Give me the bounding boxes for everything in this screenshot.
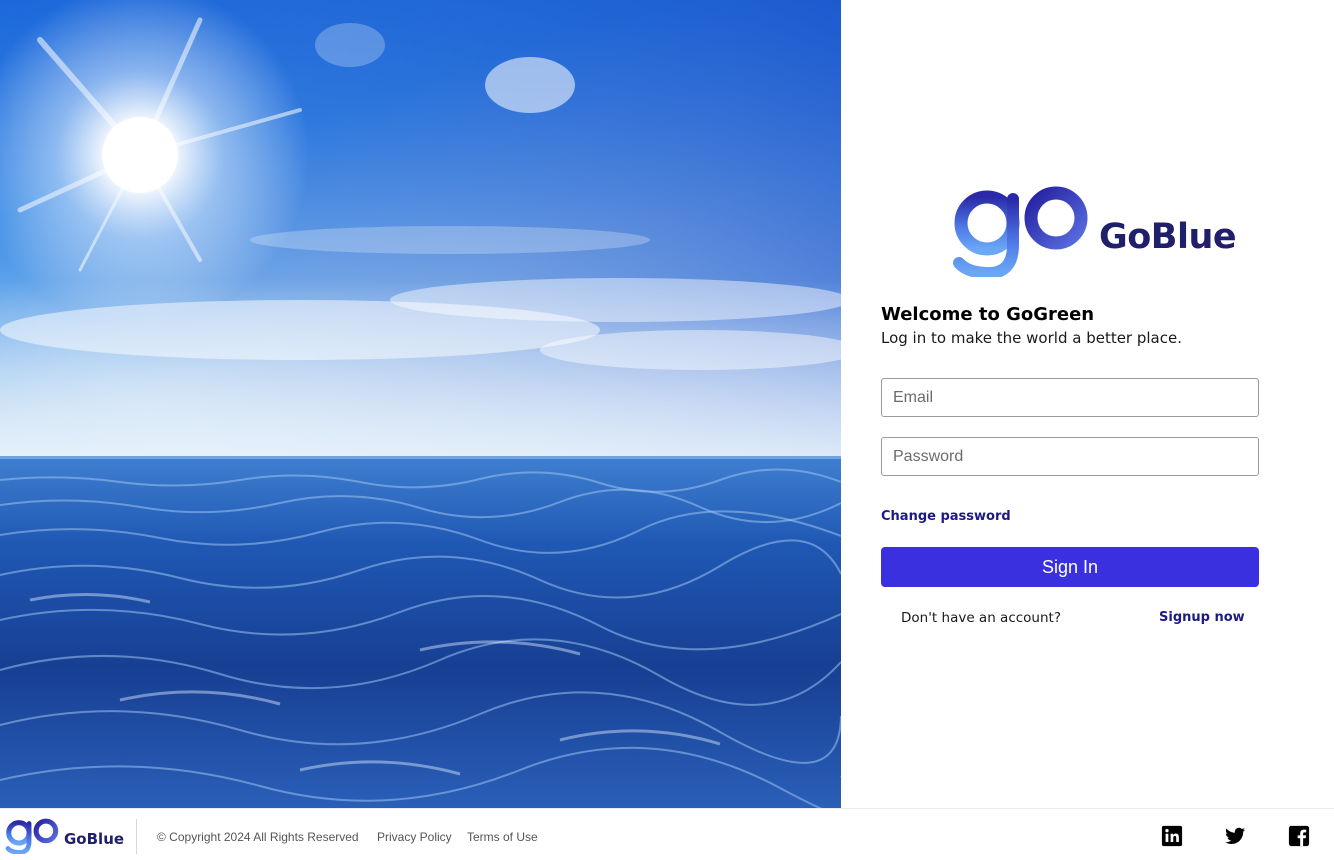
footer-brand-name: GoBlue bbox=[64, 830, 125, 848]
login-panel: GoBlue Welcome to GoGreen Log in to make… bbox=[841, 0, 1334, 808]
linkedin-icon[interactable] bbox=[1161, 825, 1183, 847]
copyright-text: © Copyright 2024 All Rights Reserved bbox=[157, 830, 359, 844]
footer-divider bbox=[136, 819, 137, 854]
password-input[interactable] bbox=[881, 437, 1259, 476]
brand-name: GoBlue bbox=[1099, 217, 1237, 257]
go-logo-icon bbox=[953, 186, 1088, 277]
terms-of-use-link[interactable]: Terms of Use bbox=[467, 830, 538, 844]
welcome-title: Welcome to GoGreen bbox=[881, 304, 1095, 325]
hero-image bbox=[0, 0, 841, 808]
sky-ocean-illustration bbox=[0, 0, 841, 808]
footer-logo: GoBlue bbox=[5, 818, 124, 854]
footer: GoBlue © Copyright 2024 All Rights Reser… bbox=[0, 808, 1334, 860]
brand-logo: GoBlue bbox=[953, 182, 1243, 277]
footer-go-logo-icon bbox=[5, 818, 59, 854]
facebook-icon[interactable] bbox=[1288, 825, 1310, 847]
privacy-policy-link[interactable]: Privacy Policy bbox=[377, 830, 452, 844]
no-account-text: Don't have an account? bbox=[901, 610, 1061, 626]
change-password-link[interactable]: Change password bbox=[881, 509, 1011, 524]
email-input[interactable] bbox=[881, 378, 1259, 417]
signup-link[interactable]: Signup now bbox=[1159, 610, 1245, 625]
sign-in-button[interactable]: Sign In bbox=[881, 547, 1259, 587]
welcome-subtitle: Log in to make the world a better place. bbox=[881, 329, 1182, 347]
twitter-icon[interactable] bbox=[1224, 825, 1246, 847]
